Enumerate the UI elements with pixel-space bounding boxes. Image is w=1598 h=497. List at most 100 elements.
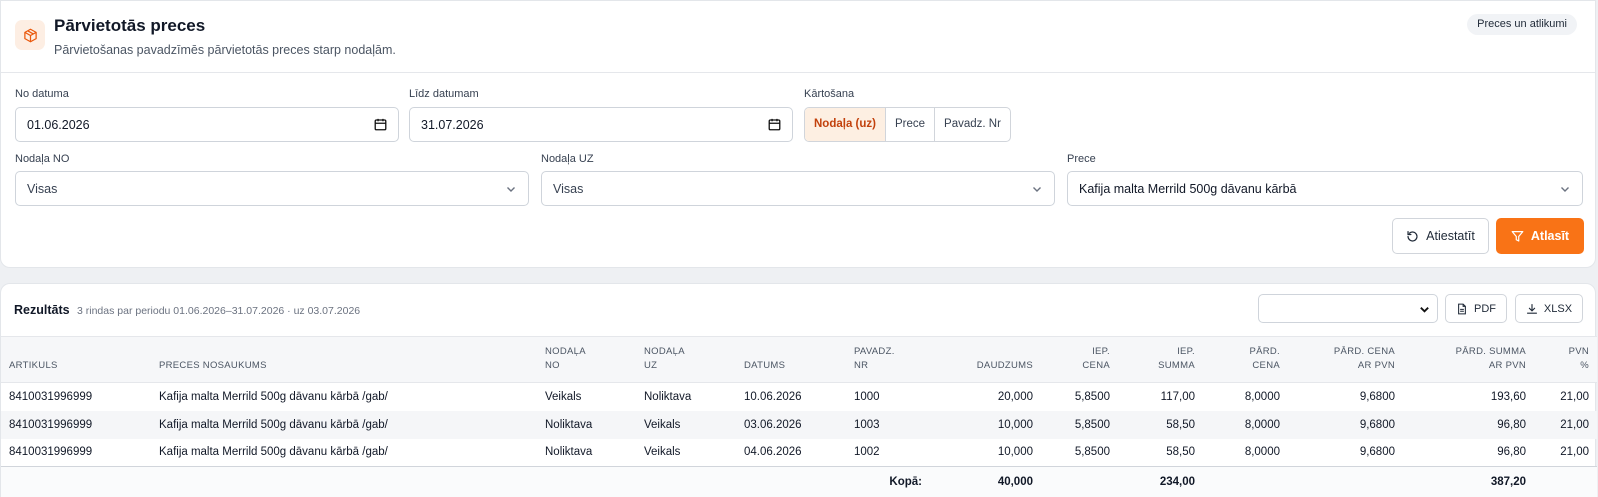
col-article[interactable]: ARTIKULS [1, 336, 151, 383]
from-date-value: 01.06.2026 [27, 117, 90, 132]
sort-option-product[interactable]: Prece [884, 108, 934, 141]
cell-purchase-price: 5,8500 [1074, 446, 1110, 459]
cell-purchase-price: 5,8500 [1074, 390, 1110, 403]
cell-dept-from: Noliktava [537, 410, 636, 439]
total-purchase-sum: 234,00 [1118, 466, 1203, 497]
dept-from-select[interactable]: Visas [15, 171, 529, 206]
dept-to-label: Nodaļa UZ [541, 153, 594, 165]
cell-dept-from: Noliktava [545, 446, 593, 459]
filter-card: Pārvietotās preces Pārvietošanas pavadzī… [0, 0, 1596, 268]
chevron-down-icon [1420, 307, 1429, 313]
cell-article: 8410031996999 [9, 390, 93, 403]
cell-date: 10.06.2026 [744, 390, 802, 403]
cell-invoice-nr: 1002 [854, 446, 880, 459]
cell-dept-from: Veikals [545, 390, 582, 403]
col-invoice-nr[interactable]: PAVADZ. NR [846, 336, 930, 383]
cell-purchase-sum: 58,50 [1118, 410, 1203, 439]
reset-button[interactable]: Atiestatīt [1392, 218, 1489, 254]
total-sale-sum-vat: 387,20 [1403, 466, 1534, 497]
col-sale-sum-vat[interactable]: PĀRD. SUMMA AR PVN [1403, 336, 1534, 383]
cell-purchase-sum: 117,00 [1160, 390, 1195, 403]
sort-option-invoice-nr[interactable]: Pavadz. Nr [934, 108, 1010, 141]
cell-quantity: 10,000 [997, 446, 1033, 459]
calendar-icon[interactable] [374, 118, 387, 131]
to-date-input[interactable]: 31.07.2026 [409, 107, 793, 142]
col-dept-to[interactable]: NODAĻA UZ [636, 336, 736, 383]
cell-product-name: Kafija malta Merrild 500g dāvanu kārbā /… [151, 410, 537, 439]
chevron-down-icon [1033, 186, 1041, 192]
product-value: Kafija malta Merrild 500g dāvanu kārbā [1079, 181, 1297, 196]
cell-article: 8410031996999 [9, 446, 93, 459]
table-row[interactable]: 8410031996999 Kafija malta Merrild 500g … [1, 439, 1597, 467]
sort-segmented-control: Nodaļa (uz) Prece Pavadz. Nr [804, 107, 1011, 142]
cell-dept-to: Veikals [644, 446, 681, 459]
page-subtitle: Pārvietošanas pavadzīmēs pārvietotās pre… [54, 43, 396, 57]
cell-date: 04.06.2026 [744, 446, 802, 459]
cell-product-name: Kafija malta Merrild 500g dāvanu kārbā /… [159, 446, 388, 459]
product-select[interactable]: Kafija malta Merrild 500g dāvanu kārbā [1067, 171, 1583, 206]
from-date-label: No datuma [15, 88, 69, 100]
export-xlsx-button[interactable]: XLSX [1515, 294, 1583, 323]
chevron-down-icon [1561, 186, 1569, 192]
results-table: ARTIKULS PRECES NOSAUKUMS NODAĻA NO NODAĻ… [1, 336, 1597, 497]
category-badge: Preces un atlikumi [1467, 14, 1577, 35]
cell-quantity: 20,000 [997, 390, 1033, 403]
col-dept-from[interactable]: NODAĻA NO [537, 336, 636, 383]
from-date-input[interactable]: 01.06.2026 [15, 107, 399, 142]
document-icon [1458, 303, 1466, 314]
cell-purchase-price: 5,8500 [1041, 410, 1118, 439]
to-date-label: Līdz datumam [409, 88, 479, 100]
dept-from-value: Visas [27, 181, 58, 196]
totals-empty-cell [1534, 466, 1597, 497]
export-pdf-button[interactable]: PDF [1445, 294, 1507, 323]
filter-icon [1511, 230, 1524, 242]
col-product-name[interactable]: PRECES NOSAUKUMS [151, 336, 537, 383]
col-quantity[interactable]: DAUDZUMS [930, 336, 1041, 383]
col-sale-price[interactable]: PĀRD. CENA [1203, 336, 1288, 383]
results-view-select[interactable] [1258, 294, 1438, 323]
cell-sale-price-vat: 9,6800 [1288, 410, 1403, 439]
download-icon [1526, 303, 1537, 314]
cell-sale-price: 8,0000 [1203, 410, 1288, 439]
cell-vat-percent: 21,00 [1560, 446, 1589, 459]
cell-sale-sum-vat: 96,80 [1497, 446, 1526, 459]
sort-option-department-to[interactable]: Nodaļa (uz) [805, 108, 885, 141]
cell-sale-price-vat: 9,6800 [1359, 390, 1395, 403]
col-purchase-sum[interactable]: IEP. SUMMA [1118, 336, 1203, 383]
cell-sale-price-vat: 9,6800 [1359, 446, 1395, 459]
page-header: Pārvietotās preces Pārvietošanas pavadzī… [1, 1, 1595, 73]
table-row[interactable]: 8410031996999 Kafija malta Merrild 500g … [1, 410, 1597, 439]
totals-empty-cell [1041, 466, 1118, 497]
chevron-down-icon [507, 186, 515, 192]
dept-to-value: Visas [553, 181, 584, 196]
totals-row: Kopā: 40,000 234,00 387,20 [1, 466, 1597, 497]
table-row[interactable]: 8410031996999 Kafija malta Merrild 500g … [1, 383, 1597, 411]
totals-empty-cell [1203, 466, 1288, 497]
table-header-row: ARTIKULS PRECES NOSAUKUMS NODAĻA NO NODAĻ… [1, 336, 1597, 383]
totals-label: Kopā: [1, 466, 930, 497]
cell-product-name: Kafija malta Merrild 500g dāvanu kārbā /… [159, 390, 388, 403]
cell-dept-to: Veikals [636, 410, 736, 439]
col-sale-price-vat[interactable]: PĀRD. CENA AR PVN [1288, 336, 1403, 383]
cell-invoice-nr: 1000 [854, 390, 880, 403]
cell-vat-percent: 21,00 [1534, 410, 1597, 439]
cell-sale-price: 8,0000 [1244, 446, 1280, 459]
cell-vat-percent: 21,00 [1560, 390, 1589, 403]
results-card: Rezultāts 3 rindas par periodu 01.06.202… [0, 283, 1597, 497]
results-title: Rezultāts [14, 303, 70, 317]
filter-submit-label: Atlasīt [1530, 229, 1570, 243]
col-date[interactable]: DATUMS [736, 336, 846, 383]
product-label: Prece [1067, 153, 1096, 165]
col-vat-percent[interactable]: PVN% [1534, 336, 1597, 383]
col-purchase-price[interactable]: IEP. CENA [1041, 336, 1118, 383]
dept-to-select[interactable]: Visas [541, 171, 1055, 206]
cell-purchase-sum: 58,50 [1166, 446, 1195, 459]
cell-date: 03.06.2026 [736, 410, 846, 439]
filter-submit-button[interactable]: Atlasīt [1496, 218, 1584, 254]
calendar-icon[interactable] [768, 118, 781, 131]
results-meta: 3 rindas par periodu 01.06.2026–31.07.20… [77, 305, 361, 317]
sort-label: Kārtošana [804, 88, 855, 100]
box-icon [15, 20, 45, 50]
total-quantity: 40,000 [930, 466, 1041, 497]
totals-empty-cell [1288, 466, 1403, 497]
